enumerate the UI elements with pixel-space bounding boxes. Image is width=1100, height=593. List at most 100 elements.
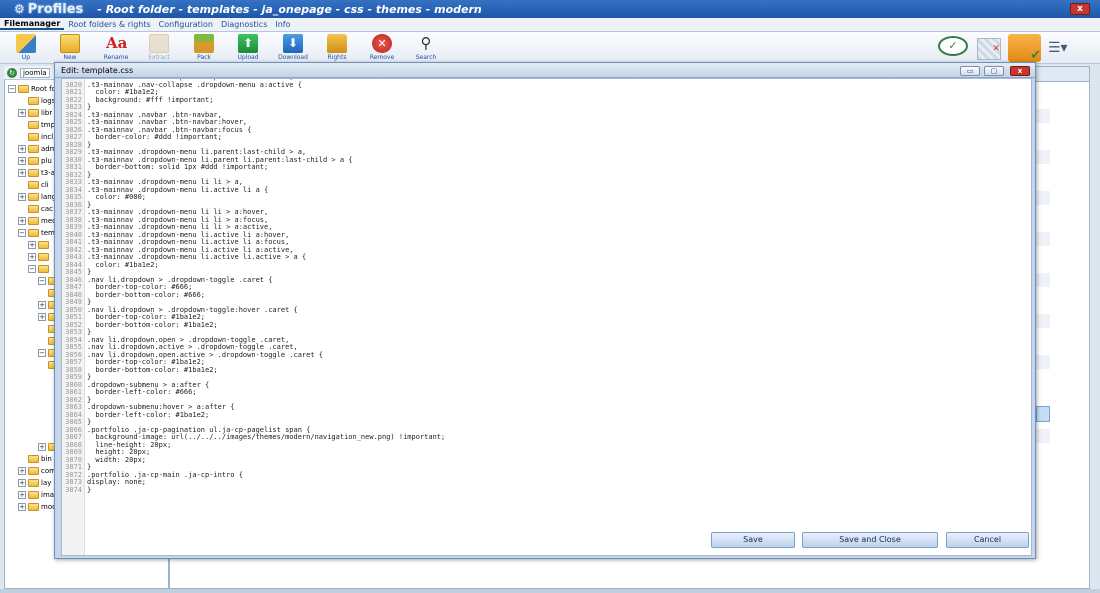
code-lines[interactable]: 3819.t3-mainnav .nav-collapse .dropdown-…: [62, 79, 1031, 495]
code-line[interactable]: 3847 border-top-color: #666;: [62, 283, 1031, 292]
code-line[interactable]: 3827 border-color: #ddd !important;: [62, 133, 1031, 142]
dialog-maximize-button[interactable]: ▢: [984, 66, 1004, 76]
code-line[interactable]: 3867 background-image: url(../../../imag…: [62, 433, 1031, 442]
tree-item[interactable]: + ima: [18, 489, 54, 500]
dialog-restore-button[interactable]: ▭: [960, 66, 980, 76]
expand-icon[interactable]: +: [38, 442, 46, 451]
code-line[interactable]: 3860 .dropdown-submenu > a:after {: [62, 381, 1031, 390]
expand-icon[interactable]: +: [18, 192, 26, 201]
path-input[interactable]: joomla: [20, 67, 50, 78]
collapse-icon[interactable]: −: [38, 276, 46, 285]
chat-check-icon[interactable]: ✓: [938, 36, 968, 56]
file-row[interactable]: [1036, 429, 1050, 443]
expand-icon[interactable]: +: [18, 156, 26, 165]
expand-icon[interactable]: +: [18, 108, 26, 117]
file-row[interactable]: [1036, 273, 1050, 287]
tree-item[interactable]: logs: [28, 95, 55, 106]
tree-item[interactable]: cli: [28, 179, 49, 190]
tree-item[interactable]: cac: [28, 203, 53, 214]
tree-item[interactable]: − tem: [18, 227, 55, 238]
file-row[interactable]: [1036, 232, 1050, 246]
expand-icon[interactable]: +: [28, 240, 36, 249]
hamburger-menu-icon[interactable]: ☰▾: [1048, 40, 1082, 58]
remove-button[interactable]: ✕ Remove: [365, 34, 399, 64]
tree-sub-item[interactable]: +: [28, 239, 51, 250]
code-line[interactable]: 3870 width: 20px;: [62, 456, 1031, 465]
folder-check-icon[interactable]: ✔: [1008, 34, 1041, 62]
dialog-close-button[interactable]: x: [1010, 66, 1030, 76]
download-button[interactable]: ⬇ Download: [276, 34, 310, 64]
expand-icon[interactable]: +: [18, 478, 26, 487]
code-line[interactable]: 3861 border-left-color: #666;: [62, 388, 1031, 397]
tree-item[interactable]: + plu: [18, 155, 52, 166]
table-delete-icon[interactable]: ✕: [977, 38, 1001, 60]
collapse-icon[interactable]: −: [8, 84, 16, 93]
expand-icon[interactable]: +: [38, 312, 46, 321]
code-line[interactable]: 3820 .t3-mainnav .nav-collapse .dropdown-…: [62, 81, 1031, 90]
menu-root-folders-rights[interactable]: Root folders & rights: [64, 20, 154, 29]
code-line[interactable]: 3864 border-left-color: #1ba1e2;: [62, 411, 1031, 420]
tree-item[interactable]: + lang: [18, 191, 56, 202]
expand-icon[interactable]: +: [18, 216, 26, 225]
tree-item[interactable]: incl: [28, 131, 53, 142]
save-and-close-button[interactable]: Save and Close: [802, 532, 938, 548]
tree-root[interactable]: − Root fo: [8, 83, 56, 94]
search-button[interactable]: ⚲ Search: [409, 34, 443, 64]
code-line[interactable]: 3850 .nav li.dropdown > .dropdown-toggle:…: [62, 306, 1031, 315]
tree-item[interactable]: + lay: [18, 477, 51, 488]
code-line[interactable]: 3822 background: #fff !important;: [62, 96, 1031, 105]
code-line[interactable]: 3835 color: #000;: [62, 193, 1031, 202]
code-line[interactable]: 3869 height: 20px;: [62, 448, 1031, 457]
menu-configuration[interactable]: Configuration: [155, 20, 217, 29]
rename-button[interactable]: Aa Rename: [99, 34, 133, 64]
expand-icon[interactable]: +: [18, 168, 26, 177]
collapse-icon[interactable]: −: [28, 264, 36, 273]
expand-icon[interactable]: +: [18, 466, 26, 475]
expand-icon[interactable]: +: [18, 502, 26, 511]
code-line[interactable]: 3848 border-bottom-color: #666;: [62, 291, 1031, 300]
refresh-icon[interactable]: ↻: [7, 67, 17, 78]
file-row[interactable]: [1036, 355, 1050, 369]
new-button[interactable]: New: [53, 34, 87, 64]
upload-button[interactable]: ⬆ Upload: [231, 34, 265, 64]
menu-filemanager[interactable]: Filemanager: [0, 19, 65, 30]
tree-item[interactable]: + com: [18, 465, 56, 476]
rights-button[interactable]: Rights: [320, 34, 354, 64]
file-row[interactable]: [1036, 191, 1050, 205]
file-row[interactable]: [1036, 150, 1050, 164]
expand-icon[interactable]: +: [18, 490, 26, 499]
tree-item[interactable]: bin: [28, 453, 52, 464]
pack-button[interactable]: Pack: [187, 34, 221, 64]
code-line[interactable]: 3874}: [62, 486, 1031, 495]
code-line[interactable]: 3846 .nav li.dropdown > .dropdown-toggle …: [62, 276, 1031, 285]
code-line[interactable]: 3873 display: none;: [62, 478, 1031, 487]
code-line[interactable]: 3852 border-bottom-color: #1ba1e2;: [62, 321, 1031, 330]
window-close-button[interactable]: x: [1070, 3, 1090, 15]
expand-icon[interactable]: +: [18, 144, 26, 153]
code-line[interactable]: 3843 .t3-mainnav .dropdown-menu li.active…: [62, 253, 1031, 262]
tree-item[interactable]: + mod: [18, 501, 57, 512]
tree-item[interactable]: + adm: [18, 143, 57, 154]
expand-icon[interactable]: +: [38, 300, 46, 309]
file-row[interactable]: [1036, 109, 1050, 123]
extract-button[interactable]: Extract: [142, 34, 176, 64]
cancel-button[interactable]: Cancel: [946, 532, 1029, 548]
tree-item[interactable]: + med: [18, 215, 57, 226]
tree-sub-item[interactable]: −: [28, 263, 51, 274]
save-button[interactable]: Save: [711, 532, 795, 548]
file-row-selected[interactable]: [1036, 406, 1050, 422]
tree-sub-item[interactable]: +: [28, 251, 51, 262]
code-line[interactable]: 3834 .t3-mainnav .dropdown-menu li.active…: [62, 186, 1031, 195]
collapse-icon[interactable]: −: [38, 348, 46, 357]
tree-item[interactable]: + libr: [18, 107, 52, 118]
code-editor[interactable]: 3819.t3-mainnav .nav-collapse .dropdown-…: [61, 78, 1032, 556]
menu-diagnostics[interactable]: Diagnostics: [217, 20, 271, 29]
code-line[interactable]: 3844 color: #1ba1e2;: [62, 261, 1031, 270]
collapse-icon[interactable]: −: [18, 228, 26, 237]
expand-icon[interactable]: +: [28, 252, 36, 261]
code-line[interactable]: 3868 line-height: 20px;: [62, 441, 1031, 450]
code-line[interactable]: 3831 border-bottom: solid 1px #ddd !impo…: [62, 163, 1031, 172]
menu-info[interactable]: Info: [271, 20, 294, 29]
code-line[interactable]: 3872 .portfolio .ja-cp-main .ja-cp-intro …: [62, 471, 1031, 480]
file-row[interactable]: [1036, 314, 1050, 328]
